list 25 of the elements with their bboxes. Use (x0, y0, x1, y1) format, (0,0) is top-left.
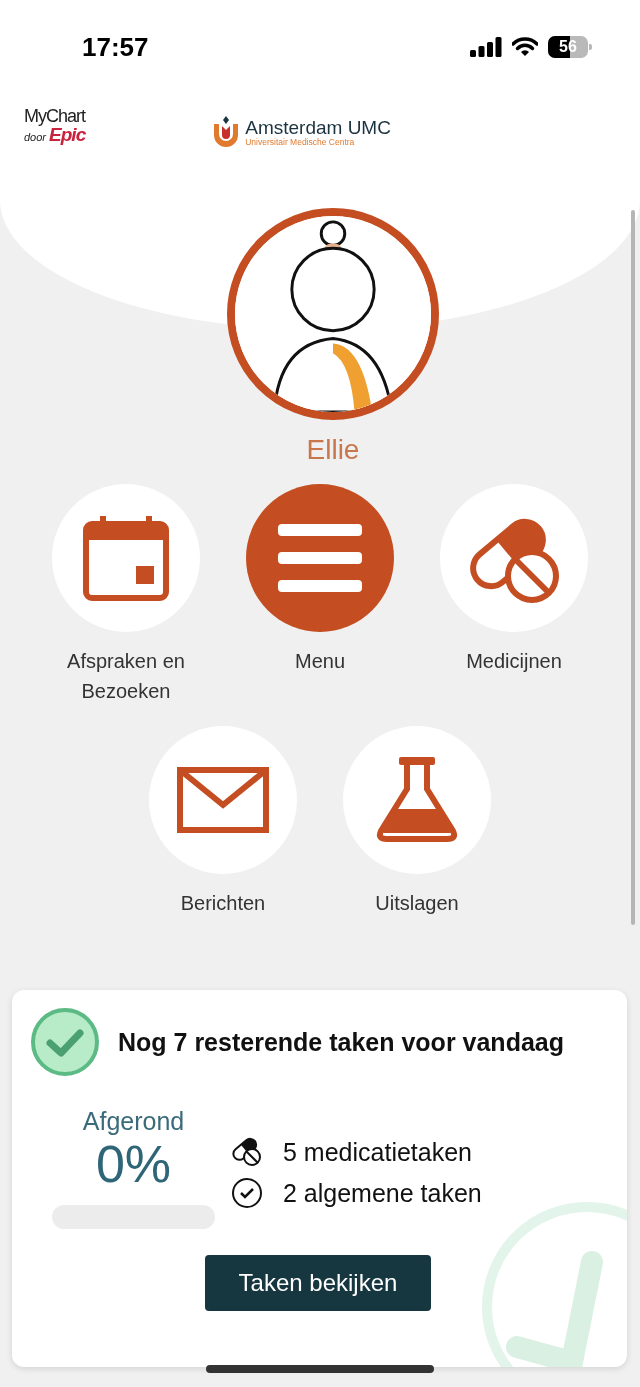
progress-label: Afgerond (82, 1107, 185, 1136)
check-clock-icon (231, 1177, 263, 1209)
task-count: 2 algemene taken (283, 1178, 482, 1208)
progress-value: 0% (95, 1136, 172, 1194)
calendar-icon (82, 514, 170, 602)
shortcut-button[interactable]: Afspraken en Bezoeken (52, 484, 200, 706)
view-tasks-button[interactable]: Taken bekijken (205, 1255, 431, 1312)
amsterdam-umc-logo: Amsterdam UMC Universitair Medische Centra (245, 117, 391, 147)
shortcut-button[interactable]: Uitslagen (343, 726, 491, 918)
flask-icon (375, 757, 459, 843)
menu-icon (278, 524, 362, 592)
wifi-icon (512, 37, 538, 57)
profile-name: Ellie (306, 434, 360, 466)
task-count: 5 medicatietaken (283, 1137, 472, 1167)
check-clock-icon (30, 1007, 100, 1077)
shortcut-button[interactable]: Menu (246, 484, 394, 706)
shortcut-button[interactable]: Berichten (149, 726, 297, 918)
envelope-icon (177, 767, 269, 833)
tasks-title: Nog 7 resterende taken voor vandaag (118, 1027, 564, 1057)
pills-icon (231, 1137, 263, 1167)
status-time: 17:57 (82, 31, 149, 63)
mychart-logo: MyChart door Epic (24, 106, 86, 144)
shortcut-button[interactable]: Medicijnen (440, 484, 588, 706)
tulip-icon (213, 116, 240, 148)
signal-icon (470, 37, 502, 57)
